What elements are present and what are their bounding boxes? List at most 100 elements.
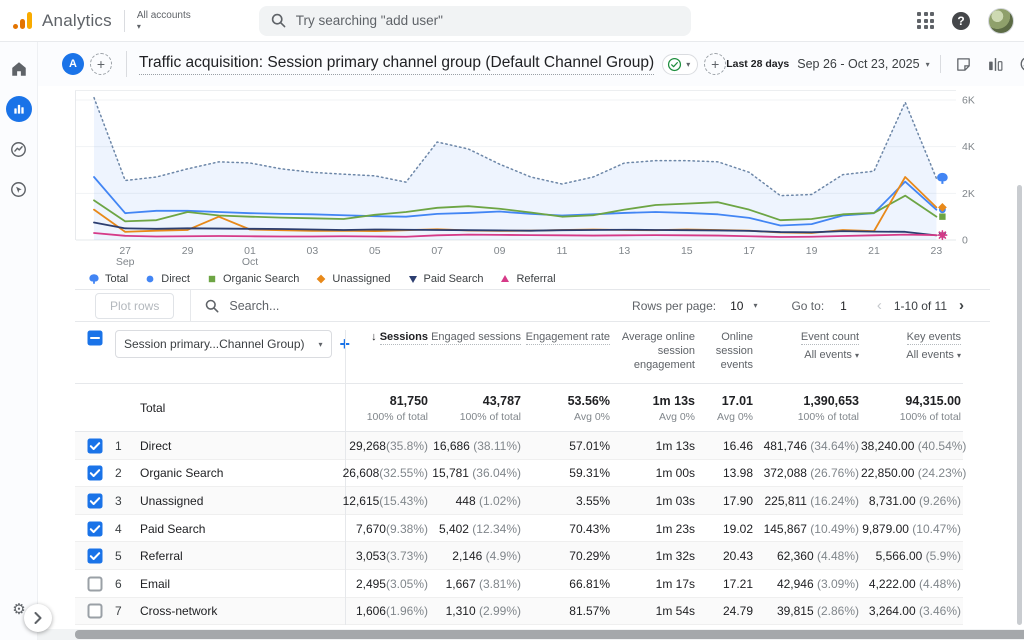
analytics-app: Analytics All accounts ▾ Try searching "… [0,0,1024,640]
channel-name[interactable]: Direct [140,439,345,453]
metric-cell: 2,146 (4.9%) [430,549,523,563]
metric-cell: 81.57% [523,604,612,618]
rows-per-page-select[interactable]: 10 [730,299,743,313]
row-checkbox[interactable] [75,465,115,481]
metric-value: 20.43 [723,549,753,563]
analytics-logo-icon[interactable] [12,11,34,31]
next-page-icon[interactable]: › [959,297,964,314]
legend-item-unassigned[interactable]: Unassigned [315,273,390,285]
channel-name[interactable]: Organic Search [140,466,345,480]
channel-name[interactable]: Email [140,577,345,591]
report-header: A + Traffic acquisition: Session primary… [38,42,1024,86]
user-avatar[interactable] [988,8,1014,34]
goto-page-input[interactable]: 1 [840,299,847,313]
chevron-down-icon: ▾ [753,301,757,310]
channel-name[interactable]: Unassigned [140,494,345,508]
metric-percent: (3.46%) [916,604,961,618]
google-apps-icon[interactable] [917,12,934,29]
metric-cell: 17.21 [697,577,755,591]
row-number: 1 [115,439,140,453]
metric-cell: 62,360 (4.48%) [755,549,861,563]
dimension-dropdown[interactable]: Session primary...Channel Group) ▾ [115,330,332,358]
svg-text:19: 19 [806,245,818,257]
notes-icon[interactable] [955,56,972,73]
add-comparison-icon[interactable]: + [90,53,112,75]
row-checkbox[interactable] [75,548,115,564]
expand-nav-button[interactable] [24,604,52,632]
legend-item-referral[interactable]: Referral [499,273,555,285]
chevron-down-icon: ▾ [957,351,961,360]
previous-page-icon[interactable]: ‹ [877,297,882,314]
nav-advertising-icon[interactable] [6,176,32,202]
metric-cell: 225,811 (16.24%) [755,494,861,508]
row-checkbox[interactable] [75,576,115,592]
svg-text:Sep: Sep [116,256,135,267]
nav-reports-icon[interactable] [6,96,32,122]
metric-cell: 26,608 (32.55%) [345,460,430,488]
sessions-trend-chart[interactable]: 02K4K6K27Sep2901Oct030507091113151719212… [75,90,990,267]
search-icon [205,299,219,313]
account-switcher[interactable]: All accounts ▾ [137,10,191,32]
metric-cell: 8,731.00 (9.26%) [861,494,963,508]
column-header-average-online-session-engagement[interactable]: Average online session engagement [612,330,697,384]
total-subtext: 100% of total [367,411,428,423]
metric-cell: 1m 03s [612,494,697,508]
metric-cell: 20.43 [697,549,755,563]
metric-percent: (3.81%) [476,577,521,591]
checkbox-unchecked-icon [87,576,103,592]
svg-text:6K: 6K [962,95,975,107]
column-header-key-events[interactable]: Key events All events ▾ [861,330,963,384]
metric-percent: (2.86%) [814,604,859,618]
metric-cell: 70.29% [523,549,612,563]
row-checkbox[interactable] [75,438,115,454]
divider [126,51,127,77]
column-header-event-count[interactable]: Event countAll events ▾ [755,330,861,384]
metric-cell: 5,402 (12.34%) [430,522,523,536]
column-header-engagement-rate[interactable]: Engagement rate [523,330,612,384]
metric-value: 13.98 [723,466,753,480]
cloud-marker-icon [88,273,100,285]
nav-explore-icon[interactable] [6,136,32,162]
svg-text:17: 17 [743,245,755,257]
legend-item-direct[interactable]: Direct [144,273,190,285]
row-checkbox[interactable] [75,521,115,537]
checkbox-checked-icon [87,548,103,564]
table-search-input[interactable]: Search... [205,299,279,313]
column-header-online-session-events[interactable]: Online session events [697,330,755,384]
legend-item-paid-search[interactable]: Paid Search [407,273,484,285]
checkbox-checked-icon [87,465,103,481]
row-checkbox[interactable] [75,603,115,619]
channel-name[interactable]: Paid Search [140,522,345,536]
metric-filter-select[interactable]: All events ▾ [755,348,859,363]
select-all-checkbox[interactable] [75,330,115,346]
report-title[interactable]: Traffic acquisition: Session primary cha… [139,54,654,75]
legend-item-total[interactable]: Total [88,273,128,285]
comparison-icon[interactable] [987,56,1004,73]
nav-home-icon[interactable] [6,56,32,82]
global-search-input[interactable]: Try searching "add user" [259,6,691,36]
column-header-sessions[interactable]: ↓ Sessions [345,330,430,384]
help-icon[interactable]: ? [952,12,970,30]
metric-filter-select[interactable]: All events ▾ [861,348,961,363]
chevron-down-icon: ▾ [137,21,191,32]
report-avatar[interactable]: A [62,53,84,75]
metric-value: 29,268 [349,439,386,453]
row-checkbox[interactable] [75,493,115,509]
add-report-icon[interactable]: + [704,53,726,75]
row-number: 2 [115,466,140,480]
vertical-scrollbar[interactable] [1017,185,1022,625]
report-saved-status[interactable]: ▾ [662,54,698,75]
plot-rows-button[interactable]: Plot rows [95,293,174,319]
metric-cell: 9,879.00 (10.47%) [861,522,963,536]
insights-icon[interactable] [1019,55,1024,73]
legend-item-organic-search[interactable]: Organic Search [206,273,299,285]
metric-value: 59.31% [569,466,610,480]
channel-name[interactable]: Cross-network [140,604,345,618]
column-label: Key events [907,331,961,345]
horizontal-scrollbar[interactable] [75,630,1024,639]
date-range-picker[interactable]: Sep 26 - Oct 23, 2025 [797,57,919,71]
metric-value: 16,686 [433,439,470,453]
column-header-engaged-sessions[interactable]: Engaged sessions [430,330,523,384]
metric-value: 4,222.00 [869,577,916,591]
channel-name[interactable]: Referral [140,549,345,563]
